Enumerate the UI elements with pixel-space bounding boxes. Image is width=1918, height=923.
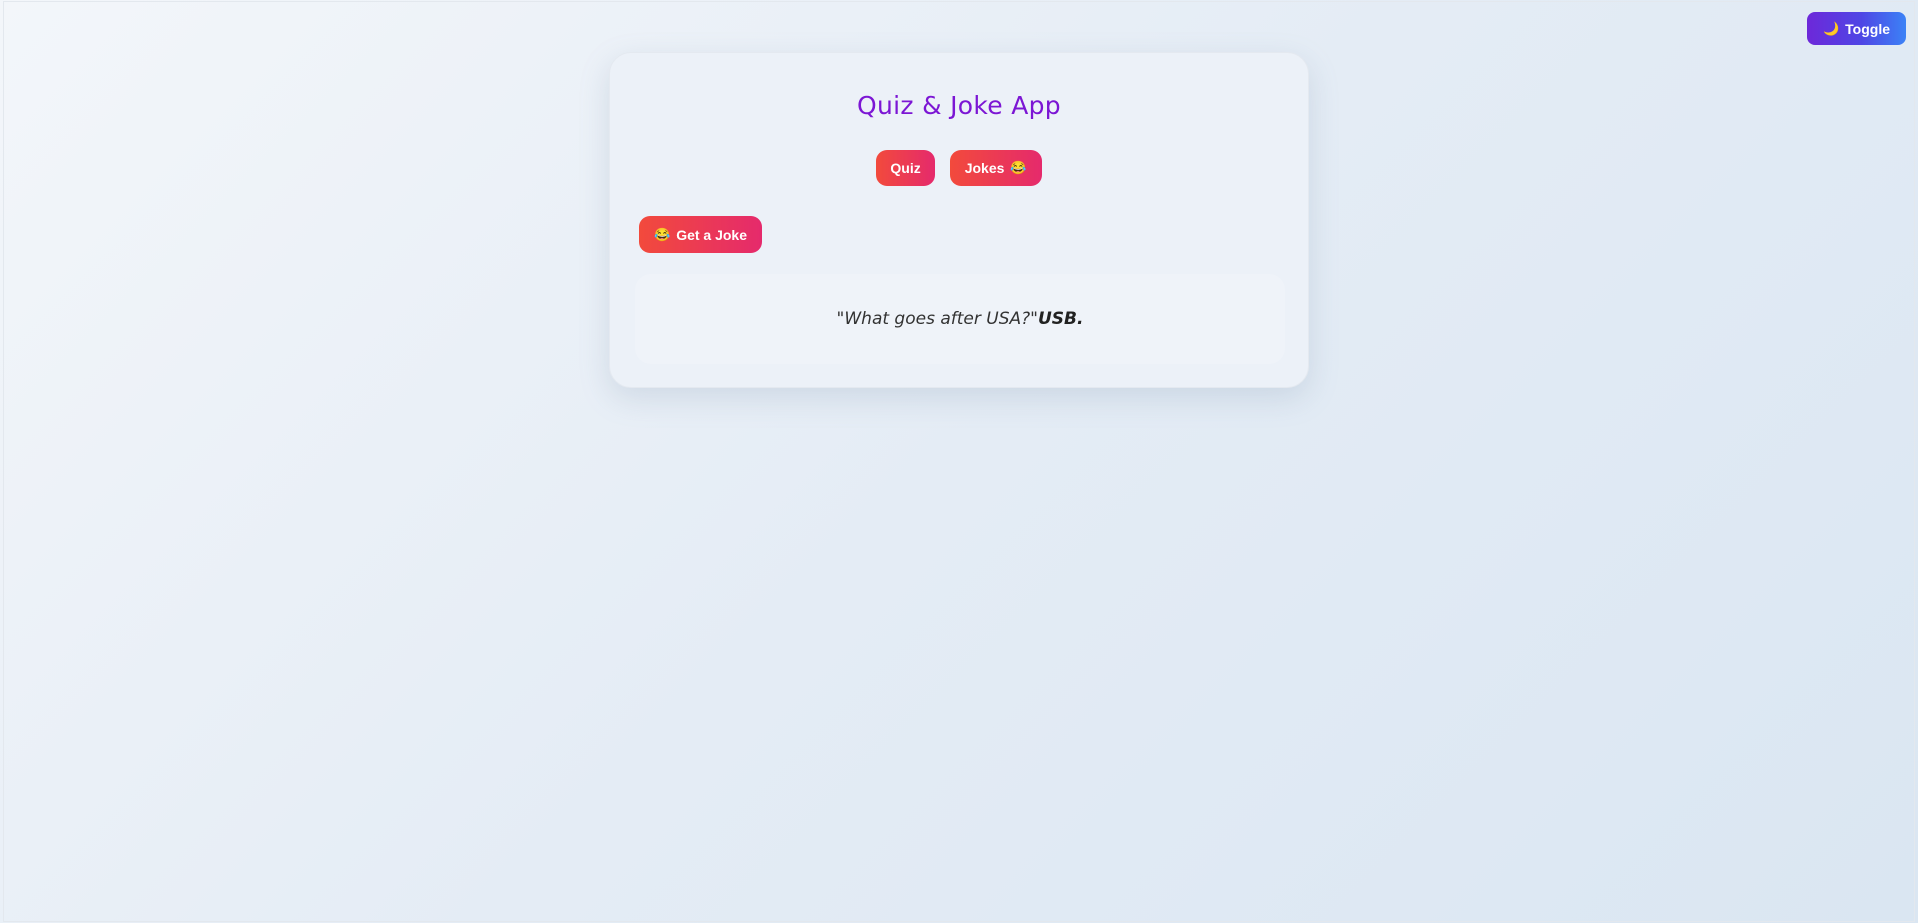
tab-quiz[interactable]: Quiz: [876, 150, 935, 186]
laughing-emoji-icon: 😂: [654, 226, 671, 242]
tab-jokes-label: Jokes: [964, 160, 1005, 176]
tab-jokes[interactable]: Jokes 😂: [949, 150, 1042, 186]
app-card: Quiz & Joke App Quiz Jokes 😂 😂 Get a Jok…: [609, 52, 1309, 388]
tab-nav: Quiz Jokes 😂: [610, 150, 1308, 186]
page-title: Quiz & Joke App: [857, 91, 1061, 120]
joke-setup: "What goes after USA?": [836, 309, 1038, 329]
get-joke-label: Get a Joke: [676, 226, 748, 243]
laughing-emoji-icon: 😂: [1010, 160, 1027, 175]
joke-punchline: USB.: [1037, 309, 1084, 329]
theme-toggle-button[interactable]: 🌙 Toggle: [1806, 12, 1906, 45]
get-joke-button[interactable]: 😂 Get a Joke: [639, 216, 763, 253]
joke-display: "What goes after USA?"USB.: [635, 274, 1285, 364]
toggle-label: Toggle: [1845, 20, 1890, 37]
joke-text: "What goes after USA?"USB.: [837, 309, 1084, 329]
moon-icon: 🌙: [1822, 20, 1840, 36]
tab-quiz-label: Quiz: [890, 160, 921, 176]
